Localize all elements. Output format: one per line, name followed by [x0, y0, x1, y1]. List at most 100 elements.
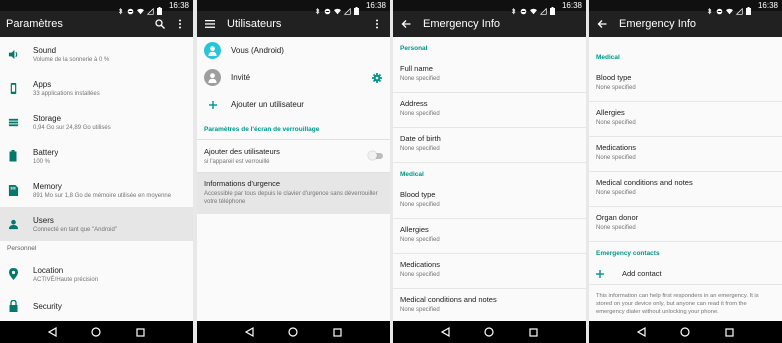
field-medications[interactable]: Medications None specified	[589, 137, 782, 172]
field-allergies[interactable]: Allergies None specified	[589, 102, 782, 137]
emergency-info-screen-2: 16:38 Emergency Info Medical Blood type …	[589, 0, 782, 343]
dnd-icon	[127, 2, 134, 15]
add-users-toggle[interactable]	[368, 151, 383, 160]
memory-icon	[7, 184, 19, 196]
status-bar: 16:38	[197, 0, 390, 15]
page-title: Paramètres	[6, 18, 63, 30]
settings-screen: 16:38 Paramètres Sound Volume de la sonne…	[0, 0, 193, 343]
nav-home-icon[interactable]	[287, 326, 299, 338]
settings-item-sub: 33 applications installées	[33, 90, 100, 97]
nav-recents-icon[interactable]	[135, 326, 147, 338]
battery-icon	[7, 150, 19, 162]
settings-list: Sound Volume de la sonnerie à 0 % Apps 33 …	[0, 37, 193, 321]
status-bar: 16:38	[393, 0, 586, 15]
settings-item-users[interactable]: Users Connecté en tant que "Android"	[0, 207, 193, 241]
emergency-info-footer: This information can help first responde…	[596, 293, 759, 315]
nav-recents-icon[interactable]	[528, 326, 540, 338]
settings-item-memory[interactable]: Memory 891 Mo sur 1,8 Go de mémoire utili…	[0, 173, 193, 207]
settings-item-storage[interactable]: Storage 0,94 Go sur 24,89 Go utilisés	[0, 105, 193, 139]
wifi-icon	[333, 2, 341, 15]
field-medications[interactable]: Medications None specified	[393, 254, 586, 289]
user-row-guest[interactable]: Invité	[197, 64, 390, 91]
field-label: Allergies	[400, 225, 429, 234]
settings-item-sound[interactable]: Sound Volume de la sonnerie à 0 %	[0, 37, 193, 71]
field-label: Allergies	[596, 108, 625, 117]
field-label: Date of birth	[400, 134, 441, 143]
page-title: Utilisateurs	[227, 18, 282, 30]
settings-item-title: Storage	[33, 113, 62, 123]
settings-item-title: Users	[33, 215, 54, 225]
settings-item-battery[interactable]: Battery 100 %	[0, 139, 193, 173]
nav-back-icon[interactable]	[46, 326, 58, 338]
field-organ-donor[interactable]: Organ donor None specified	[589, 207, 782, 242]
status-bar: 16:38	[589, 0, 782, 15]
more-vert-icon[interactable]	[173, 17, 187, 31]
dnd-icon	[716, 2, 723, 15]
field-value: None specified	[400, 76, 440, 82]
add-user-label: Ajouter un utilisateur	[231, 100, 304, 109]
status-bar: 16:38	[0, 0, 193, 15]
nav-home-icon[interactable]	[679, 326, 691, 338]
add-contact-button[interactable]: Add contact	[589, 263, 782, 285]
field-label: Blood type	[400, 190, 436, 199]
app-bar: Paramètres	[0, 11, 193, 37]
row-title: Ajouter des utilisateurs	[204, 146, 280, 156]
field-value: None specified	[400, 272, 440, 278]
nav-recents-icon[interactable]	[724, 326, 736, 338]
nav-back-icon[interactable]	[635, 326, 647, 338]
emergency-info-row[interactable]: Informations d'urgence Accessible par to…	[197, 172, 390, 214]
more-vert-icon[interactable]	[370, 17, 384, 31]
app-bar: Emergency Info	[589, 11, 782, 37]
bluetooth-icon	[314, 2, 321, 15]
nav-back-icon[interactable]	[243, 326, 255, 338]
settings-item-title: Security	[33, 301, 62, 311]
nav-recents-icon[interactable]	[332, 326, 344, 338]
field-full-name[interactable]: Full name None specified	[393, 58, 586, 93]
search-icon[interactable]	[153, 17, 167, 31]
no-signal-icon	[539, 2, 547, 15]
field-medical-conditions[interactable]: Medical conditions and notes None specif…	[589, 172, 782, 207]
battery-status-icon	[156, 2, 164, 15]
field-blood-type[interactable]: Blood type None specified	[589, 67, 782, 102]
add-contact-label: Add contact	[622, 269, 662, 278]
dnd-icon	[520, 2, 527, 15]
nav-home-icon[interactable]	[483, 326, 495, 338]
medical-section-header: Medical	[596, 54, 620, 61]
nav-home-icon[interactable]	[90, 326, 102, 338]
field-value: None specified	[596, 85, 636, 91]
menu-icon[interactable]	[203, 17, 217, 31]
bluetooth-icon	[117, 2, 124, 15]
field-medical-conditions[interactable]: Medical conditions and notes None specif…	[393, 289, 586, 321]
settings-item-security[interactable]: Security	[0, 293, 193, 319]
no-signal-icon	[146, 2, 154, 15]
field-value: None specified	[400, 111, 440, 117]
add-icon	[596, 269, 606, 279]
field-blood-type[interactable]: Blood type None specified	[393, 184, 586, 219]
field-allergies[interactable]: Allergies None specified	[393, 219, 586, 254]
page-title: Emergency Info	[423, 18, 501, 30]
bluetooth-icon	[706, 2, 713, 15]
field-label: Medications	[400, 260, 441, 269]
gear-icon[interactable]	[372, 72, 382, 83]
dnd-icon	[324, 2, 331, 15]
field-address[interactable]: Address None specified	[393, 93, 586, 128]
settings-item-sub: 0,94 Go sur 24,89 Go utilisés	[33, 124, 111, 131]
status-time: 16:38	[561, 1, 582, 10]
user-row-you[interactable]: Vous (Android)	[197, 37, 390, 64]
field-label: Medications	[596, 143, 637, 152]
medical-section-header: Medical	[400, 171, 424, 178]
add-user-button[interactable]: Ajouter un utilisateur	[197, 91, 390, 118]
bluetooth-icon	[510, 2, 517, 15]
settings-item-apps[interactable]: Apps 33 applications installées	[0, 71, 193, 105]
field-value: None specified	[596, 155, 636, 161]
nav-back-icon[interactable]	[439, 326, 451, 338]
add-users-when-locked-row[interactable]: Ajouter des utilisateurs si l'appareil e…	[197, 139, 390, 172]
field-date-of-birth[interactable]: Date of birth None specified	[393, 128, 586, 163]
back-arrow-icon[interactable]	[399, 17, 413, 31]
settings-item-sub: Connecté en tant que "Android"	[33, 226, 117, 233]
row-sub: Accessible par tous depuis le clavier d'…	[204, 191, 378, 205]
battery-status-icon	[745, 2, 753, 15]
settings-item-location[interactable]: Location ACTIVÉ/Haute précision	[0, 255, 193, 293]
field-value: None specified	[596, 190, 636, 196]
back-arrow-icon[interactable]	[595, 17, 609, 31]
